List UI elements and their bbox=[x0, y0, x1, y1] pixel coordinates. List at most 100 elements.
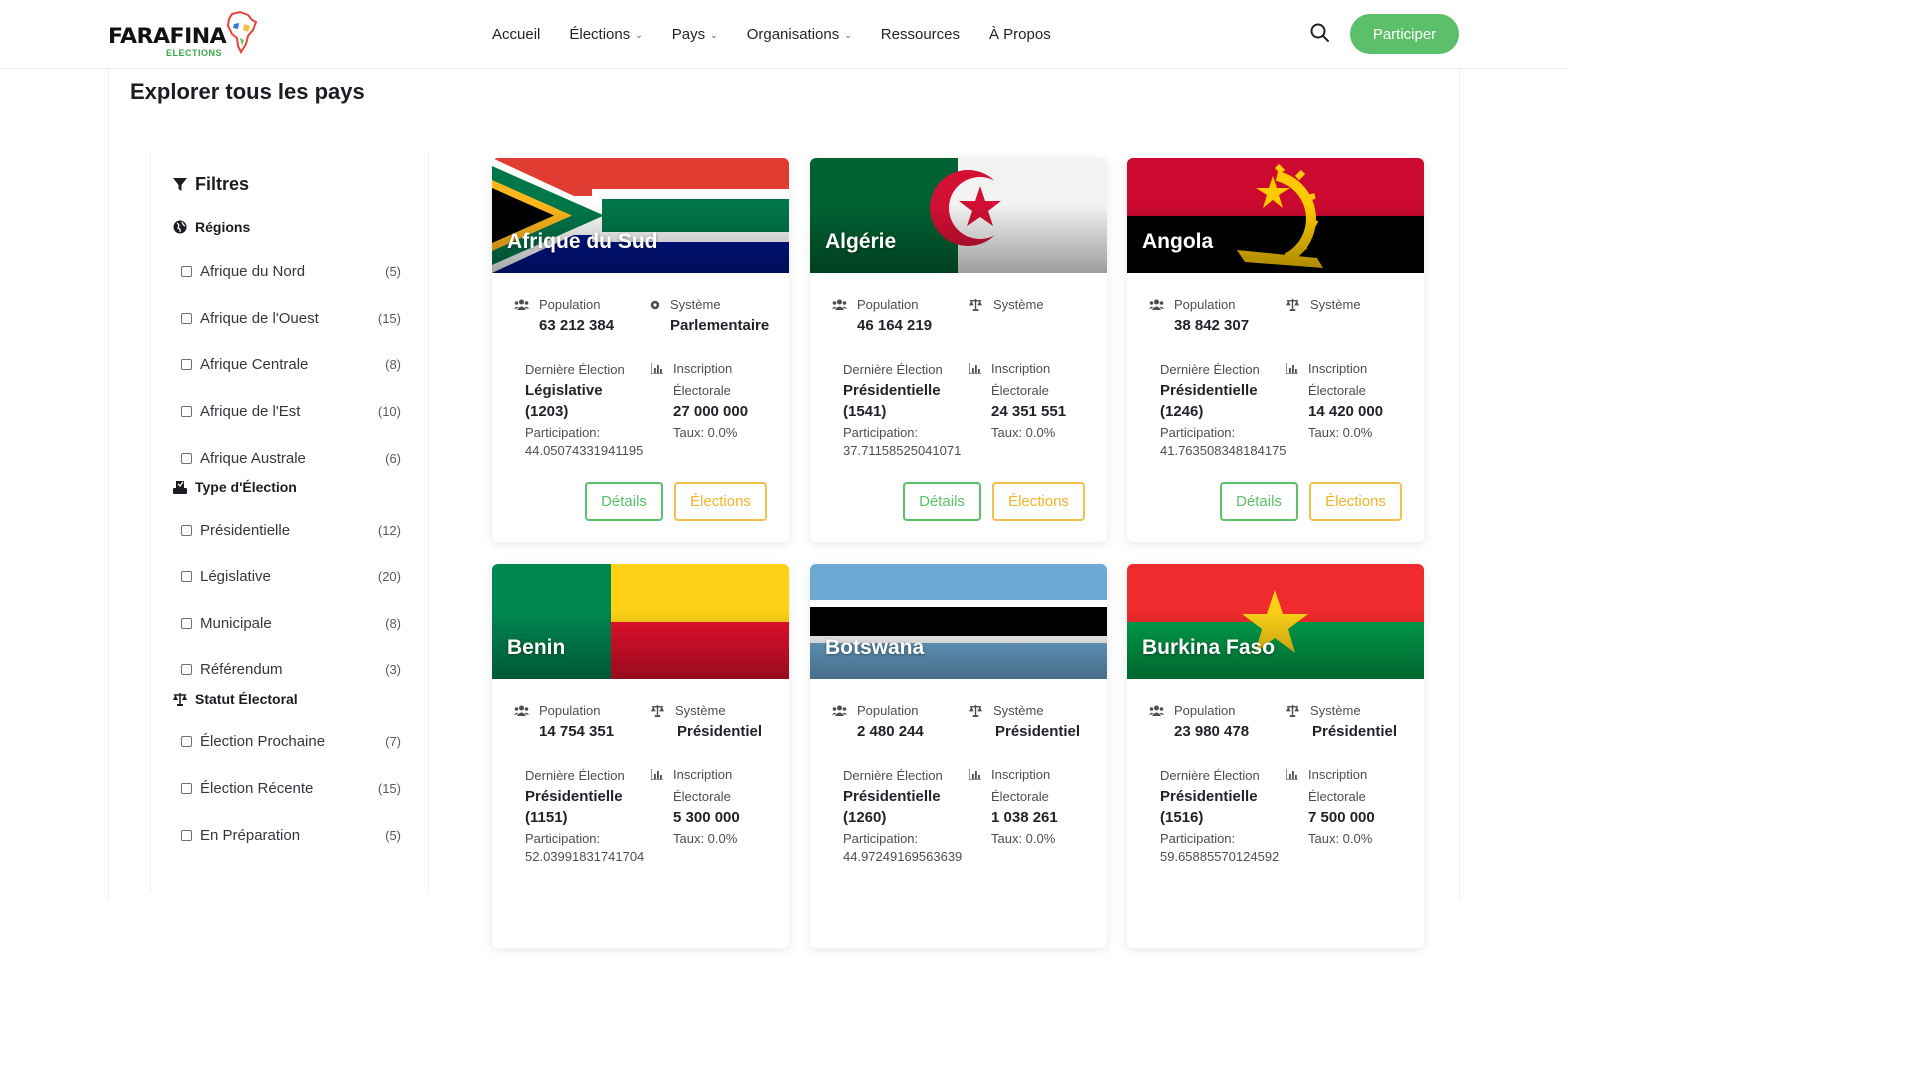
checkbox[interactable] bbox=[181, 664, 192, 675]
system-value: Parlementaire bbox=[670, 317, 770, 334]
population-value: 2 480 244 bbox=[857, 723, 924, 740]
filter-option[interactable]: Afrique de l'Ouest (15) bbox=[181, 310, 401, 327]
election-type: Présidentielle bbox=[1160, 788, 1258, 805]
election-year: (1151) bbox=[525, 809, 568, 826]
rate-value: Taux: 0.0% bbox=[1308, 831, 1373, 846]
nav-accueil[interactable]: Accueil bbox=[492, 26, 540, 43]
brand-name: FARAFINA bbox=[108, 24, 227, 48]
label-text: Inscription bbox=[673, 361, 733, 376]
filter-option[interactable]: Législative (20) bbox=[181, 568, 401, 585]
ballot-box-icon bbox=[173, 481, 187, 494]
nav-ressources[interactable]: Ressources bbox=[881, 26, 960, 43]
chevron-down-icon: ⌄ bbox=[844, 30, 852, 40]
filter-option[interactable]: Afrique Australe (6) bbox=[181, 450, 401, 467]
registration-label: Inscription bbox=[1286, 767, 1367, 782]
participation-label: Participation: bbox=[1160, 831, 1236, 846]
checkbox[interactable] bbox=[181, 359, 192, 370]
brand-logo[interactable]: FARAFINA ELECTIONS bbox=[108, 8, 258, 62]
country-name: Burkina Faso bbox=[1142, 636, 1276, 659]
filter-option[interactable]: Référendum (3) bbox=[181, 661, 401, 678]
participation-label: Participation: bbox=[1160, 425, 1236, 440]
chart-bar-icon bbox=[651, 769, 663, 780]
flag-overlay bbox=[1127, 158, 1424, 273]
option-count: (8) bbox=[385, 616, 401, 631]
label-text: Inscription bbox=[673, 767, 733, 782]
nav-elections[interactable]: Élections ⌄ bbox=[569, 26, 642, 43]
participation-label: Participation: bbox=[525, 831, 601, 846]
checkbox[interactable] bbox=[181, 525, 192, 536]
participation-value: 44.05074331941195 bbox=[525, 443, 644, 458]
elections-button[interactable]: Élections bbox=[1309, 482, 1402, 521]
election-year: (1203) bbox=[525, 403, 569, 420]
flag-south-africa bbox=[492, 158, 789, 273]
elections-button[interactable]: Élections bbox=[674, 482, 767, 521]
population-value: 14 754 351 bbox=[539, 723, 615, 740]
election-type: Présidentielle bbox=[525, 788, 623, 805]
election-year: (1246) bbox=[1160, 403, 1204, 420]
system-value: Présidentiel bbox=[677, 723, 763, 740]
chart-bar-icon bbox=[651, 363, 663, 374]
population-label: Population bbox=[1149, 703, 1235, 718]
checkbox[interactable] bbox=[181, 783, 192, 794]
population-value: 63 212 384 bbox=[539, 317, 615, 334]
users-icon bbox=[1149, 299, 1164, 310]
filter-option[interactable]: Présidentielle (12) bbox=[181, 522, 401, 539]
filter-option[interactable]: Élection Récente (15) bbox=[181, 780, 401, 797]
flag-algeria bbox=[810, 158, 1107, 273]
option-count: (3) bbox=[385, 662, 401, 677]
filter-option[interactable]: Afrique de l'Est (10) bbox=[181, 403, 401, 420]
flag-overlay bbox=[492, 158, 789, 273]
nav-a-propos[interactable]: À Propos bbox=[989, 26, 1051, 43]
checkbox[interactable] bbox=[181, 266, 192, 277]
details-button[interactable]: Détails bbox=[585, 482, 663, 521]
option-label: Afrique du Nord bbox=[200, 263, 306, 280]
checkbox[interactable] bbox=[181, 406, 192, 417]
country-card[interactable]: Afrique du Sud Population 63 212 384 Sys… bbox=[492, 158, 789, 542]
country-card[interactable]: Botswana Population 2 480 244 Système Pr… bbox=[810, 564, 1107, 948]
system-label: Système bbox=[968, 297, 1044, 312]
checkbox[interactable] bbox=[181, 571, 192, 582]
checkbox[interactable] bbox=[181, 618, 192, 629]
elections-button[interactable]: Élections bbox=[992, 482, 1085, 521]
registered-value: 7 500 000 bbox=[1308, 809, 1375, 826]
nav-organisations[interactable]: Organisations ⌄ bbox=[747, 26, 852, 43]
population-label: Population bbox=[832, 703, 918, 718]
registration-label: Inscription bbox=[969, 767, 1050, 782]
country-card[interactable]: Angola Population 38 842 307 Système Der… bbox=[1127, 158, 1424, 542]
option-label: Législative bbox=[200, 568, 271, 585]
flag-benin bbox=[492, 564, 789, 679]
users-icon bbox=[832, 705, 847, 716]
nav-pays[interactable]: Pays ⌄ bbox=[672, 26, 718, 43]
country-name: Angola bbox=[1142, 230, 1214, 253]
option-label: Afrique de l'Ouest bbox=[200, 310, 319, 327]
country-card[interactable]: Burkina Faso Population 23 980 478 Systè… bbox=[1127, 564, 1424, 948]
last-election-label: Dernière Élection bbox=[843, 362, 943, 377]
country-card[interactable]: Benin Population 14 754 351 Système Prés… bbox=[492, 564, 789, 948]
checkbox[interactable] bbox=[181, 736, 192, 747]
filter-option[interactable]: Élection Prochaine (7) bbox=[181, 733, 401, 750]
registration-label-2: Électorale bbox=[1308, 789, 1366, 804]
checkbox[interactable] bbox=[181, 830, 192, 841]
checkbox[interactable] bbox=[181, 453, 192, 464]
filter-option[interactable]: Municipale (8) bbox=[181, 615, 401, 632]
details-button[interactable]: Détails bbox=[1220, 482, 1298, 521]
registered-value: 1 038 261 bbox=[991, 809, 1058, 826]
option-count: (15) bbox=[377, 311, 401, 326]
option-label: Élection Récente bbox=[200, 780, 314, 797]
participate-button[interactable]: Participer bbox=[1350, 14, 1459, 54]
filter-option[interactable]: Afrique du Nord (5) bbox=[181, 263, 401, 280]
country-card[interactable]: Algérie Population 46 164 219 Système De… bbox=[810, 158, 1107, 542]
label-text: Population bbox=[1174, 703, 1236, 718]
checkbox[interactable] bbox=[181, 313, 192, 324]
country-name: Benin bbox=[507, 636, 566, 659]
election-year: (1541) bbox=[843, 403, 887, 420]
filter-option[interactable]: En Préparation (5) bbox=[181, 827, 401, 844]
registration-label-2: Électorale bbox=[673, 789, 731, 804]
details-button[interactable]: Détails bbox=[903, 482, 981, 521]
last-election-label: Dernière Élection bbox=[843, 768, 943, 783]
option-label: Référendum bbox=[200, 661, 283, 678]
participation-label: Participation: bbox=[843, 831, 919, 846]
search-icon[interactable] bbox=[1309, 22, 1331, 44]
election-type: Présidentielle bbox=[1160, 382, 1258, 399]
filter-option[interactable]: Afrique Centrale (8) bbox=[181, 356, 401, 373]
